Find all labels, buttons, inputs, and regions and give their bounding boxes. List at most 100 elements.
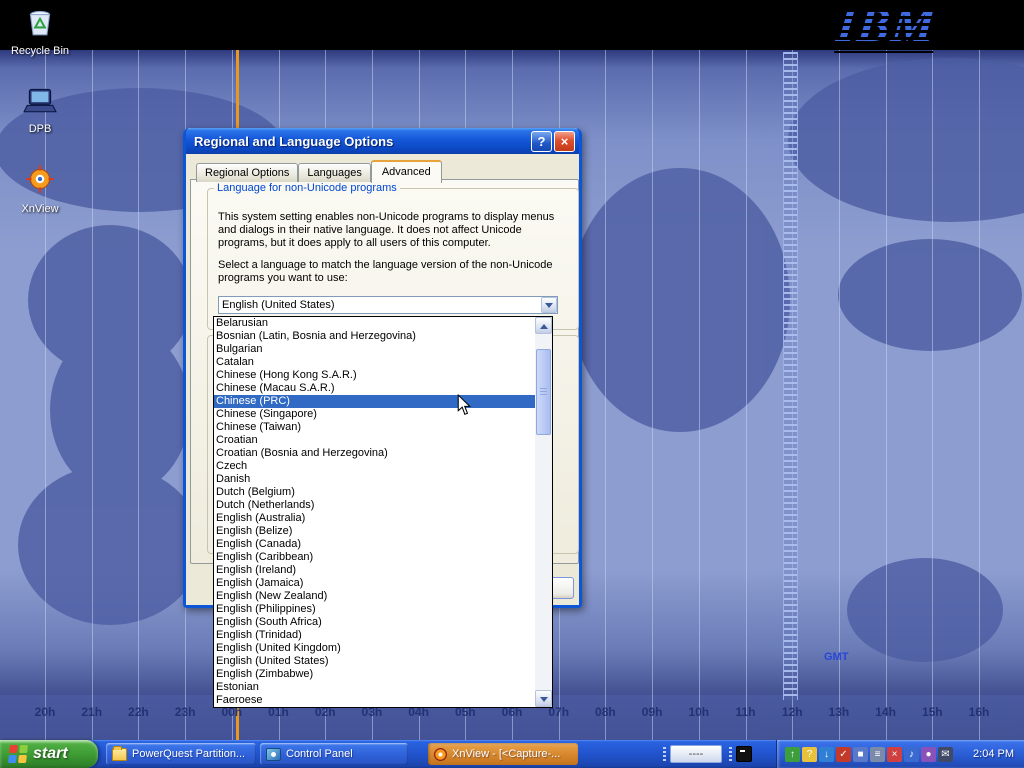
language-combobox[interactable]: English (United States) [218,296,558,314]
system-tray: ↑?↓✓■≡×♪●✉ 2:04 PM [776,740,1024,768]
network-icon[interactable]: ≡ [870,747,885,762]
language-option[interactable]: Faeroese [214,694,535,707]
hour-label: 11h [729,705,763,719]
non-unicode-language-group: Language for non-Unicode programs This s… [207,188,579,330]
desktop-icon-recycle-bin[interactable]: Recycle Bin [4,4,76,57]
mail-icon[interactable]: ✉ [938,747,953,762]
xnview-icon [23,162,57,196]
dialog-titlebar[interactable]: Regional and Language Options ? × [186,128,579,154]
language-option[interactable]: English (Canada) [214,538,535,551]
display-icon[interactable]: ■ [853,747,868,762]
tray-icons: ↑?↓✓■≡×♪●✉ [785,747,955,762]
scroll-up-button[interactable] [535,317,552,334]
alert-icon[interactable]: × [887,747,902,762]
taskbar-button-powerquest[interactable]: PowerQuest Partition... [106,743,256,765]
update-icon[interactable]: ↓ [819,747,834,762]
scheduler-icon[interactable]: ● [921,747,936,762]
toolbar-grip[interactable] [663,747,666,761]
language-option[interactable]: English (Belize) [214,525,535,538]
language-option[interactable]: Catalan [214,356,535,369]
hour-label: 20h [28,705,62,719]
help-icon[interactable]: ? [802,747,817,762]
combobox-dropdown-button[interactable] [541,297,557,313]
language-option[interactable]: English (New Zealand) [214,590,535,603]
combobox-value: English (United States) [219,299,541,311]
hour-label: 21h [75,705,109,719]
hour-label: 13h [822,705,856,719]
language-option[interactable]: Chinese (Taiwan) [214,421,535,434]
language-option[interactable]: Bulgarian [214,343,535,356]
desktop-icon-dpb[interactable]: DPB [4,82,76,135]
tab-regional-options[interactable]: Regional Options [196,163,298,182]
language-option[interactable]: Czech [214,460,535,473]
antivirus-icon[interactable]: ✓ [836,747,851,762]
language-list: BelarusianBosnian (Latin, Bosnia and Her… [214,317,535,707]
language-option[interactable]: Dutch (Netherlands) [214,499,535,512]
dialog-title: Regional and Language Options [194,134,529,149]
language-option[interactable]: English (South Africa) [214,616,535,629]
language-option[interactable]: English (Trinidad) [214,629,535,642]
hour-label: 16h [962,705,996,719]
dropdown-scrollbar[interactable] [535,317,552,707]
language-option[interactable]: Croatian [214,434,535,447]
volume-icon[interactable]: ♪ [904,747,919,762]
language-option[interactable]: Danish [214,473,535,486]
console-icon[interactable] [736,746,752,762]
start-button-label: start [33,745,68,763]
help-button[interactable]: ? [531,131,552,152]
gmt-label: GMT [824,651,848,663]
taskbar-button-label: PowerQuest Partition... [132,748,245,760]
close-button[interactable]: × [554,131,575,152]
windows-flag-icon [7,744,29,764]
ibm-logo: IBM [834,0,939,53]
hour-label: 10h [682,705,716,719]
group-description: This system setting enables non-Unicode … [218,211,568,250]
scroll-down-button[interactable] [535,690,552,707]
folder-icon [112,748,127,761]
language-option[interactable]: English (United States) [214,655,535,668]
language-option[interactable]: Croatian (Bosnia and Herzegovina) [214,447,535,460]
taskbar-button-label: XnView - [<Capture-... [452,748,560,760]
hour-label: 15h [915,705,949,719]
language-option[interactable]: Estonian [214,681,535,694]
language-option[interactable]: English (Zimbabwe) [214,668,535,681]
hour-label: 23h [168,705,202,719]
xnview-icon [434,748,447,761]
language-option[interactable]: Chinese (Singapore) [214,408,535,421]
language-option[interactable]: Chinese (PRC) [214,395,535,408]
group-title: Language for non-Unicode programs [214,182,400,194]
language-option[interactable]: English (Jamaica) [214,577,535,590]
tab-advanced[interactable]: Advanced [371,160,442,183]
language-option[interactable]: Belarusian [214,317,535,330]
desktop-icon-xnview[interactable]: XnView [4,162,76,215]
start-button[interactable]: start [0,740,98,768]
taskbar-clock[interactable]: 2:04 PM [973,748,1014,760]
language-option[interactable]: English (Philippines) [214,603,535,616]
group-instruction: Select a language to match the language … [218,259,568,285]
question-icon: ? [538,134,546,149]
meridian-hatch-band [783,52,798,700]
remove-hardware-icon[interactable]: ↑ [785,747,800,762]
desktop-icon-label: Recycle Bin [4,45,76,57]
language-option[interactable]: Dutch (Belgium) [214,486,535,499]
tab-languages[interactable]: Languages [298,163,370,182]
hour-label: 12h [775,705,809,719]
language-option[interactable]: Chinese (Hong Kong S.A.R.) [214,369,535,382]
toolbar-grip[interactable] [729,747,732,761]
hour-label: 22h [121,705,155,719]
language-option[interactable]: Bosnian (Latin, Bosnia and Herzegovina) [214,330,535,343]
language-option[interactable]: English (Caribbean) [214,551,535,564]
language-option[interactable]: English (Ireland) [214,564,535,577]
language-option[interactable]: English (United Kingdom) [214,642,535,655]
taskbar-toolbar[interactable]: ---- [670,745,722,763]
desktop-icon-label: XnView [4,203,76,215]
taskbar-button-control-panel[interactable]: Control Panel [260,743,408,765]
desktop-icon-label: DPB [4,123,76,135]
language-option[interactable]: Chinese (Macau S.A.R.) [214,382,535,395]
laptop-icon [23,82,57,116]
close-icon: × [561,134,569,149]
language-option[interactable]: English (Australia) [214,512,535,525]
language-dropdown-list: BelarusianBosnian (Latin, Bosnia and Her… [213,316,553,708]
taskbar-button-xnview[interactable]: XnView - [<Capture-... [428,743,578,765]
scrollbar-thumb[interactable] [536,349,551,435]
